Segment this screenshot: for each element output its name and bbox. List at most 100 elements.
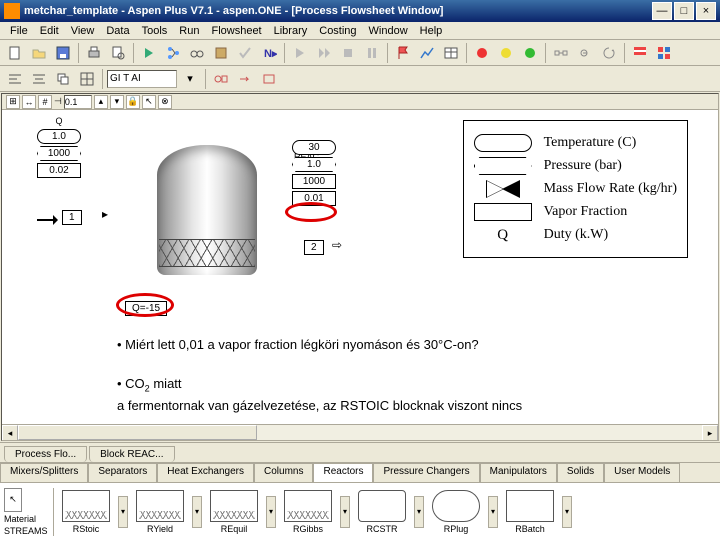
separator <box>205 69 206 89</box>
menu-help[interactable]: Help <box>414 24 449 38</box>
menu-view[interactable]: View <box>65 24 101 38</box>
menu-tools[interactable]: Tools <box>136 24 174 38</box>
rstoic-label: RStoic <box>73 524 100 534</box>
flag2-button[interactable] <box>629 42 651 64</box>
tab-usermodels[interactable]: User Models <box>604 463 680 482</box>
model-requil[interactable]: REquil <box>206 490 262 534</box>
ruler-value[interactable] <box>64 95 92 109</box>
model-rplug[interactable]: RPlug <box>428 490 484 534</box>
toolbar-combo[interactable] <box>107 70 177 88</box>
hex-symbol-icon <box>474 157 532 175</box>
flowsheet-icon-button[interactable] <box>210 68 232 90</box>
model-dropdown[interactable]: ▾ <box>562 496 572 528</box>
print-preview-button[interactable] <box>107 42 129 64</box>
tree-button[interactable] <box>162 42 184 64</box>
align-center-button[interactable] <box>28 68 50 90</box>
new-button[interactable] <box>4 42 26 64</box>
model-dropdown[interactable]: ▾ <box>414 496 424 528</box>
refresh-button[interactable] <box>598 42 620 64</box>
menu-data[interactable]: Data <box>100 24 135 38</box>
tab-process-flowsheet[interactable]: Process Flo... <box>4 446 87 462</box>
menu-file[interactable]: File <box>4 24 34 38</box>
model-rgibbs[interactable]: RGibbs <box>280 490 336 534</box>
model-dropdown[interactable]: ▾ <box>118 496 128 528</box>
link-button[interactable] <box>574 42 596 64</box>
block-icon-button[interactable] <box>258 68 280 90</box>
model-library-row: ↖ Material STREAMS RStoic ▾ RYield ▾ REq… <box>0 483 720 540</box>
scroll-track[interactable] <box>18 425 702 440</box>
next-button[interactable] <box>138 42 160 64</box>
menu-library[interactable]: Library <box>268 24 314 38</box>
flowsheet-content[interactable]: Q 1.0 1000 0.02 1 ▸ REAC 30 1.0 1000 0.0… <box>2 110 718 422</box>
menu-run[interactable]: Run <box>173 24 205 38</box>
connector-button[interactable] <box>550 42 572 64</box>
tab-block-reac[interactable]: Block REAC... <box>89 446 174 462</box>
scroll-right-button[interactable]: ▸ <box>702 425 718 441</box>
input-stream-block[interactable]: Q 1.0 1000 0.02 <box>37 115 81 180</box>
n-button[interactable]: N▸ <box>258 42 280 64</box>
scroll-left-button[interactable]: ◂ <box>2 425 18 441</box>
close-button[interactable]: × <box>696 2 716 20</box>
chart-button[interactable] <box>416 42 438 64</box>
ruler-toggle[interactable]: ⊞ <box>6 95 20 109</box>
table-button[interactable] <box>440 42 462 64</box>
misc-button[interactable] <box>653 42 675 64</box>
yellow-dot-button[interactable] <box>495 42 517 64</box>
open-button[interactable] <box>28 42 50 64</box>
model-dropdown[interactable]: ▾ <box>488 496 498 528</box>
align-left-button[interactable] <box>4 68 26 90</box>
tab-pressure[interactable]: Pressure Changers <box>373 463 479 482</box>
ruler-dn[interactable]: ▾ <box>110 95 124 109</box>
model-rstoic[interactable]: RStoic <box>58 490 114 534</box>
model-library-tabs: Mixers/Splitters Separators Heat Exchang… <box>0 463 720 483</box>
model-dropdown[interactable]: ▾ <box>192 496 202 528</box>
overlay-button[interactable] <box>52 68 74 90</box>
ruler-lock[interactable]: 🔒 <box>126 95 140 109</box>
scroll-thumb[interactable] <box>18 425 257 440</box>
pause-button[interactable] <box>361 42 383 64</box>
output-stream-block[interactable]: 30 1.0 1000 0.01 <box>292 140 336 208</box>
ruler-grid[interactable]: # <box>38 95 52 109</box>
glasses-button[interactable] <box>186 42 208 64</box>
menu-window[interactable]: Window <box>363 24 414 38</box>
save-button[interactable] <box>52 42 74 64</box>
book-button[interactable] <box>210 42 232 64</box>
dropdown-button[interactable]: ▾ <box>179 68 201 90</box>
green-dot-button[interactable] <box>519 42 541 64</box>
stream-icon-button[interactable] <box>234 68 256 90</box>
run-stop-button[interactable] <box>337 42 359 64</box>
tab-solids[interactable]: Solids <box>557 463 604 482</box>
menu-flowsheet[interactable]: Flowsheet <box>205 24 267 38</box>
ruler-pointer[interactable]: ↖ <box>142 95 156 109</box>
model-rcstr[interactable]: RCSTR <box>354 490 410 534</box>
model-dropdown[interactable]: ▾ <box>266 496 276 528</box>
flag-button[interactable] <box>392 42 414 64</box>
tab-heatex[interactable]: Heat Exchangers <box>157 463 254 482</box>
tab-separators[interactable]: Separators <box>88 463 157 482</box>
menu-edit[interactable]: Edit <box>34 24 65 38</box>
tab-columns[interactable]: Columns <box>254 463 313 482</box>
maximize-button[interactable]: □ <box>674 2 694 20</box>
flowsheet-canvas: ⊞ ↔ # ⊣ ▴ ▾ 🔒 ↖ ⊗ Q 1.0 1000 0.02 1 ▸ RE… <box>1 93 719 441</box>
model-dropdown[interactable]: ▾ <box>340 496 350 528</box>
ruler-h[interactable]: ↔ <box>22 95 36 109</box>
grid-button[interactable] <box>76 68 98 90</box>
menu-costing[interactable]: Costing <box>313 24 362 38</box>
ruler-up[interactable]: ▴ <box>94 95 108 109</box>
print-button[interactable] <box>83 42 105 64</box>
ruler-x[interactable]: ⊗ <box>158 95 172 109</box>
tab-reactors[interactable]: Reactors <box>313 463 373 482</box>
highlight-vapor-circle <box>285 202 337 222</box>
model-ryield[interactable]: RYield <box>132 490 188 534</box>
horizontal-scrollbar[interactable]: ◂ ▸ <box>2 424 718 440</box>
model-rbatch[interactable]: RBatch <box>502 490 558 534</box>
pointer-tool[interactable]: ↖ <box>4 488 22 512</box>
run-start-button[interactable] <box>289 42 311 64</box>
tab-manipulators[interactable]: Manipulators <box>480 463 557 482</box>
check-button[interactable] <box>234 42 256 64</box>
tab-mixers[interactable]: Mixers/Splitters <box>0 463 88 482</box>
minimize-button[interactable]: — <box>652 2 672 20</box>
run-step-button[interactable] <box>313 42 335 64</box>
reactor-block[interactable] <box>157 145 277 290</box>
red-dot-button[interactable] <box>471 42 493 64</box>
